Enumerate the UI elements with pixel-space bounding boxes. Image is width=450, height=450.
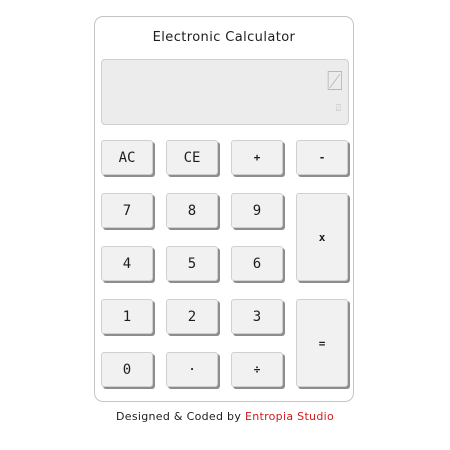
plus-button[interactable]: + <box>231 140 283 175</box>
digit-9-button[interactable]: 9 <box>231 193 283 228</box>
divide-button[interactable]: ÷ <box>231 352 283 387</box>
digit-3-button[interactable]: 3 <box>231 299 283 334</box>
equals-button[interactable]: = <box>296 299 348 387</box>
display-screen: ⍁ ⍁ <box>101 59 349 125</box>
digit-4-button[interactable]: 4 <box>101 246 153 281</box>
footer-credit-prefix: Designed & Coded by <box>116 410 245 423</box>
footer-credit: Designed & Coded by Entropia Studio <box>0 410 450 423</box>
calculator-panel: Electronic Calculator ⍁ ⍁ AC CE + - 7 8 … <box>94 16 354 402</box>
digit-6-button[interactable]: 6 <box>231 246 283 281</box>
clear-entry-button[interactable]: CE <box>166 140 218 175</box>
display-main-value: ⍁ <box>326 66 343 97</box>
studio-link[interactable]: Entropia Studio <box>245 410 334 423</box>
multiply-button[interactable]: x <box>296 193 348 281</box>
digit-8-button[interactable]: 8 <box>166 193 218 228</box>
digit-1-button[interactable]: 1 <box>101 299 153 334</box>
digit-7-button[interactable]: 7 <box>101 193 153 228</box>
clear-all-button[interactable]: AC <box>101 140 153 175</box>
digit-0-button[interactable]: 0 <box>101 352 153 387</box>
digit-5-button[interactable]: 5 <box>166 246 218 281</box>
display-secondary-value: ⍁ <box>335 104 341 114</box>
minus-button[interactable]: - <box>296 140 348 175</box>
calculator-title: Electronic Calculator <box>152 30 296 45</box>
decimal-point-button[interactable]: · <box>166 352 218 387</box>
digit-2-button[interactable]: 2 <box>166 299 218 334</box>
